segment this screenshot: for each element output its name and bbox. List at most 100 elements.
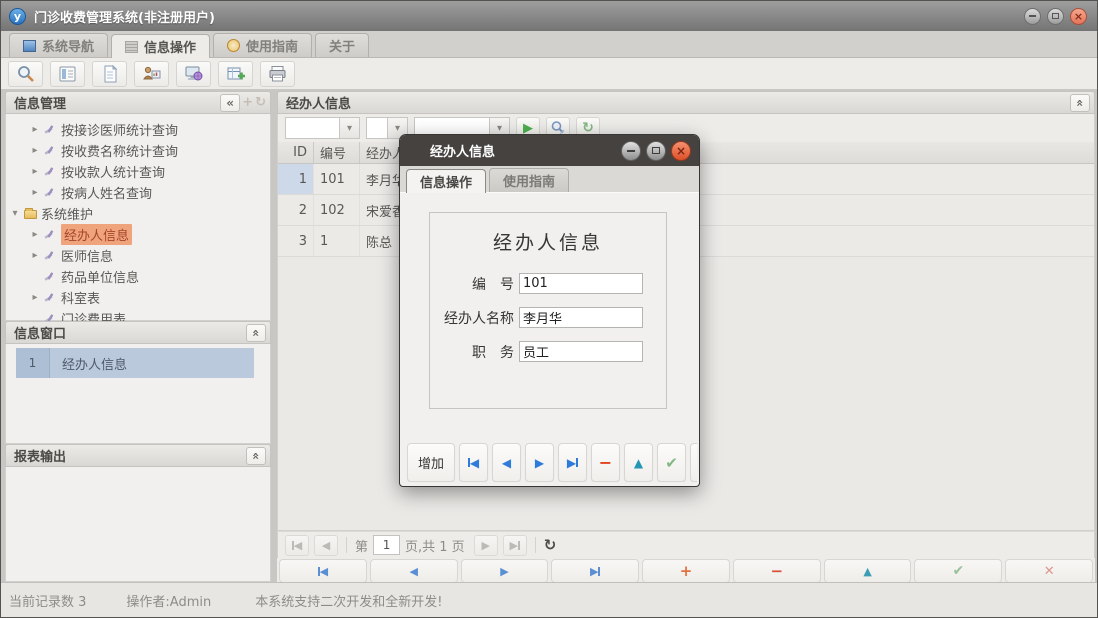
dialog-maximize-icon[interactable]	[646, 141, 666, 161]
page-suffix-label: 页,共 1 页	[405, 536, 465, 555]
dropdown-icon[interactable]: ▾	[339, 117, 360, 139]
list-item[interactable]: 1 经办人信息	[16, 348, 254, 378]
table-add-button[interactable]	[218, 61, 253, 87]
list-item-label: 经办人信息	[50, 354, 127, 373]
tab-system-nav[interactable]: 系统导航	[9, 33, 108, 57]
document-button[interactable]	[92, 61, 127, 87]
clock-icon	[227, 39, 240, 52]
cell-id: 3	[278, 226, 314, 256]
tool-icon	[42, 250, 58, 262]
refresh-icon[interactable]: ↻	[255, 95, 266, 110]
add-button[interactable]: 增加	[407, 443, 455, 482]
tab-info-operation[interactable]: 信息操作	[111, 34, 210, 58]
tree-item-label: 按接诊医师统计查询	[61, 120, 178, 139]
tree-item-label: 医师信息	[61, 246, 113, 265]
minus-icon: −	[771, 562, 784, 580]
check-icon: ✔	[952, 563, 964, 579]
expand-icon[interactable]: ▸	[28, 229, 42, 240]
record-add-button[interactable]: +	[642, 559, 730, 583]
number-field[interactable]	[519, 273, 643, 294]
tree-item-drug-unit-info[interactable]: 药品单位信息	[6, 266, 270, 287]
last-icon: ▶	[567, 457, 578, 469]
expand-icon[interactable]: ▸	[28, 250, 42, 261]
record-confirm-button[interactable]: ✔	[914, 559, 1002, 583]
monitor-globe-icon	[184, 65, 204, 83]
dialog-clipped-button[interactable]	[690, 443, 697, 482]
collapse-panel-icon[interactable]: «	[1070, 94, 1090, 112]
close-icon[interactable]: ×	[1070, 8, 1087, 25]
next-icon: ▶	[535, 457, 544, 469]
collapse-section-icon[interactable]: «	[246, 447, 266, 465]
expand-icon[interactable]: ▸	[28, 292, 42, 303]
tab-label: 系统导航	[42, 36, 94, 55]
collapse-left-glyph: «	[226, 97, 234, 109]
record-prev-button[interactable]: ◀	[370, 559, 458, 583]
expand-icon[interactable]: ▸	[28, 187, 42, 198]
form-row-agent-name: 经办人名称	[438, 307, 654, 328]
page-number-input[interactable]	[373, 535, 400, 555]
tool-icon	[42, 166, 58, 178]
record-first-button[interactable]: ◀	[279, 559, 367, 583]
dialog-tab-info-operation[interactable]: 信息操作	[406, 169, 486, 193]
page-last-button[interactable]: ▶	[503, 535, 527, 556]
dialog-close-icon[interactable]: ×	[671, 141, 691, 161]
record-delete-button[interactable]: −	[733, 559, 821, 583]
dialog-first-button[interactable]: ◀	[459, 443, 488, 482]
tab-user-guide[interactable]: 使用指南	[213, 33, 312, 57]
record-cancel-button[interactable]: ✕	[1005, 559, 1093, 583]
cell-id: 1	[278, 164, 314, 194]
dialog-prev-button[interactable]: ◀	[492, 443, 521, 482]
page-prefix-label: 第	[355, 536, 368, 555]
expand-icon[interactable]: ▸	[28, 145, 42, 156]
expand-icon[interactable]: ▸	[28, 166, 42, 177]
cell-number: 101	[314, 164, 360, 194]
page-next-button[interactable]: ▶	[474, 535, 498, 556]
printer-button[interactable]	[260, 61, 295, 87]
dialog-delete-button[interactable]: −	[591, 443, 620, 482]
add-icon[interactable]: +	[242, 95, 253, 110]
column-header-number[interactable]: 编号	[314, 142, 360, 163]
tree-item-query-by-doctor[interactable]: ▸ 按接诊医师统计查询	[6, 119, 270, 140]
tree-item-system-maintenance[interactable]: ▾ 系统维护	[6, 203, 270, 224]
search-button[interactable]	[8, 61, 43, 87]
page-prev-button[interactable]: ◀	[314, 535, 338, 556]
dialog-next-button[interactable]: ▶	[525, 443, 554, 482]
dialog-confirm-button[interactable]: ✔	[657, 443, 686, 482]
tree-item-agent-info[interactable]: ▸ 经办人信息	[6, 224, 270, 245]
collapse-icon[interactable]: ▾	[8, 208, 22, 219]
minimize-icon[interactable]	[1024, 8, 1041, 25]
record-edit-button[interactable]: ▲	[824, 559, 912, 583]
dialog-last-button[interactable]: ▶	[558, 443, 587, 482]
expand-icon[interactable]: ▸	[28, 124, 42, 135]
dialog-minimize-icon[interactable]	[621, 141, 641, 161]
record-last-button[interactable]: ▶	[551, 559, 639, 583]
pager-refresh-icon[interactable]: ↻	[544, 536, 557, 554]
tab-about[interactable]: 关于	[315, 33, 369, 57]
dialog-titlebar[interactable]: 经办人信息 ×	[400, 135, 699, 166]
filter-input-1[interactable]	[285, 117, 339, 139]
record-count-label: 当前记录数 3	[9, 591, 86, 610]
tree-item-label: 经办人信息	[61, 224, 132, 245]
page-first-button[interactable]: ◀	[285, 535, 309, 556]
user-report-button[interactable]	[134, 61, 169, 87]
monitor-globe-button[interactable]	[176, 61, 211, 87]
tree-item-query-by-payee[interactable]: ▸ 按收款人统计查询	[6, 161, 270, 182]
form-heading: 经办人信息	[430, 228, 666, 255]
maximize-icon[interactable]	[1047, 8, 1064, 25]
record-next-button[interactable]: ▶	[461, 559, 549, 583]
form-view-button[interactable]	[50, 61, 85, 87]
position-field[interactable]	[519, 341, 643, 362]
tree-item-query-by-fee-name[interactable]: ▸ 按收费名称统计查询	[6, 140, 270, 161]
tree-item-department-table[interactable]: ▸ 科室表	[6, 287, 270, 308]
collapse-section-icon[interactable]: «	[246, 324, 266, 342]
dialog-tab-user-guide[interactable]: 使用指南	[489, 168, 569, 192]
tree-item-query-by-patient-name[interactable]: ▸ 按病人姓名查询	[6, 182, 270, 203]
agent-name-field[interactable]	[519, 307, 643, 328]
column-header-id[interactable]: ID	[278, 142, 314, 163]
tree-item-doctor-info[interactable]: ▸ 医师信息	[6, 245, 270, 266]
dialog-edit-button[interactable]: ▲	[624, 443, 653, 482]
filter-input-2[interactable]	[366, 117, 387, 139]
collapse-panel-icon[interactable]: «	[220, 94, 240, 112]
dialog-title: 经办人信息	[430, 141, 495, 160]
tab-label: 关于	[329, 36, 355, 55]
